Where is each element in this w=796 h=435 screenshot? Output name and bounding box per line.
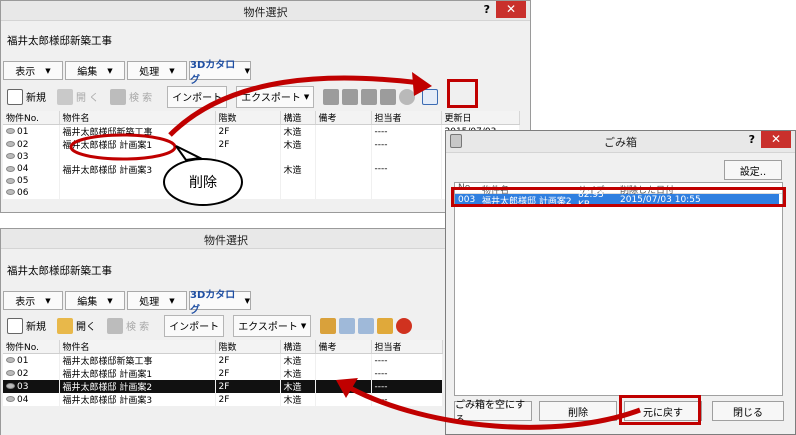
export-button[interactable]: エクスポート ▼ — [233, 314, 312, 337]
open-button[interactable]: 開く — [53, 86, 103, 108]
trash-window: ごみ箱 ? ✕ 設定.. No. 物件名 サイズ 削除した日付 003 福井太郎… — [445, 130, 796, 435]
open-button[interactable]: 開く — [53, 315, 100, 337]
delete-icon[interactable] — [396, 317, 413, 334]
disc-icon — [6, 370, 15, 376]
close-dialog-button[interactable]: 閉じる — [712, 401, 784, 421]
col-name[interactable]: 物件名 — [59, 340, 216, 354]
window-title: 物件選択 — [204, 234, 248, 247]
disc-icon — [6, 357, 15, 363]
copy-icon[interactable] — [342, 88, 359, 105]
table-row[interactable]: 05 — [3, 175, 520, 187]
move-icon[interactable] — [361, 88, 378, 105]
help-button[interactable]: ? — [749, 133, 755, 146]
menu-view[interactable]: 表示 ▼ — [3, 61, 63, 80]
table-row[interactable]: 06 — [3, 187, 520, 199]
tools-icon[interactable] — [320, 317, 337, 334]
close-button[interactable]: ✕ — [496, 1, 526, 18]
paste-icon[interactable] — [380, 88, 397, 105]
menu-bar: 表示 ▼ 編集 ▼ 処理 ▼ 3Dカタログ ▼ — [3, 290, 251, 316]
property-table: 物件No. 物件名 階数 構造 備考 担当者 更新日 01 福井太郎様邸新築工事 2… — [3, 111, 520, 199]
col-name[interactable]: 物件名 — [59, 111, 216, 125]
project-name: 福井太郎様邸新築工事 — [7, 35, 112, 47]
project-name: 福井太郎様邸新築工事 — [7, 265, 112, 277]
disc-icon — [6, 396, 15, 402]
window-title: ごみ箱 — [604, 136, 637, 149]
paste-icon[interactable] — [377, 317, 394, 334]
folder-icon — [57, 88, 73, 105]
disc-icon — [6, 189, 15, 196]
settings-button[interactable]: 設定.. — [724, 160, 782, 180]
col-structure[interactable]: 構造 — [280, 340, 316, 354]
property-select-window-bottom: 物件選択 福井太郎様邸新築工事 表示 ▼ 編集 ▼ 処理 ▼ 3Dカタログ ▼ 新規 開… — [0, 228, 451, 435]
menu-process[interactable]: 処理 ▼ — [127, 291, 187, 310]
toolbar: 新規 開く 検 索 インポート エクスポート ▼ — [3, 314, 413, 337]
menu-view[interactable]: 表示 ▼ — [3, 291, 63, 310]
title-bar: ごみ箱 ? ✕ — [446, 131, 795, 153]
table-row[interactable]: 01福井太郎様邸新築工事2F木造----2015/07/03 — [3, 124, 520, 138]
import-button[interactable]: インポート — [167, 85, 228, 108]
help-button[interactable]: ? — [484, 3, 490, 16]
search-button[interactable]: 検 索 — [103, 315, 153, 337]
disc-icon — [6, 128, 15, 134]
trash-bin-icon[interactable] — [422, 88, 439, 105]
table-row-selected[interactable]: 03 福井太郎様邸 計画案2 2F 木造 ---- — [3, 380, 443, 393]
col-note[interactable]: 備考 — [315, 111, 372, 125]
export-button[interactable]: エクスポート ▼ — [236, 85, 315, 108]
trash-row-highlight — [451, 187, 786, 207]
property-table: 物件No. 物件名 階数 構造 備考 担当者 01 福井太郎様邸新築工事 2F 木造 -… — [3, 340, 443, 406]
new-button[interactable]: 新規 — [3, 315, 50, 337]
col-structure[interactable]: 構造 — [280, 111, 316, 125]
col-no[interactable]: 物件No. — [3, 111, 60, 125]
menu-bar: 表示 ▼ 編集 ▼ 処理 ▼ 3Dカタログ ▼ — [3, 60, 251, 86]
col-person[interactable]: 担当者 — [371, 340, 443, 354]
disc-icon — [6, 383, 15, 389]
disc-icon — [6, 177, 15, 184]
col-floors[interactable]: 階数 — [215, 111, 281, 125]
disc-icon — [6, 165, 15, 172]
move-icon[interactable] — [358, 317, 375, 334]
title-bar: 物件選択 — [1, 229, 451, 249]
copy-icon[interactable] — [339, 317, 356, 334]
new-doc-icon — [7, 88, 23, 105]
menu-edit[interactable]: 編集 ▼ — [65, 61, 125, 80]
disc-icon — [6, 153, 15, 160]
col-no[interactable]: 物件No. — [3, 340, 60, 354]
import-button[interactable]: インポート — [164, 314, 225, 337]
folder-icon — [57, 317, 73, 334]
menu-process[interactable]: 処理 ▼ — [127, 61, 187, 80]
close-button[interactable]: ✕ — [761, 131, 791, 148]
delete-button[interactable]: 削除 — [539, 401, 617, 421]
disc-icon — [6, 141, 15, 147]
menu-edit[interactable]: 編集 ▼ — [65, 291, 125, 310]
delete-icon[interactable] — [399, 88, 416, 105]
col-floors[interactable]: 階数 — [215, 340, 281, 354]
table-row[interactable]: 01 福井太郎様邸新築工事 2F 木造 ---- — [3, 353, 443, 367]
menu-3d-catalog[interactable]: 3Dカタログ ▼ — [189, 290, 251, 316]
table-row[interactable]: 04福井太郎様邸 計画案32F木造---- — [3, 162, 520, 176]
title-bar: 物件選択 ? ✕ — [1, 1, 530, 21]
restore-button-highlight — [619, 395, 701, 425]
search-button[interactable]: 検 索 — [106, 86, 156, 108]
table-row[interactable]: 04福井太郎様邸 計画案32F木造---- — [3, 393, 443, 406]
menu-3d-catalog[interactable]: 3Dカタログ ▼ — [189, 60, 251, 86]
delete-callout: 削除 — [163, 158, 243, 206]
new-doc-icon — [7, 317, 23, 334]
trash-button-highlight — [447, 79, 478, 108]
new-button[interactable]: 新規 — [3, 86, 50, 108]
table-row[interactable]: 03 — [3, 151, 520, 163]
table-row[interactable]: 02 福井太郎様邸 計画案1 2F 木造 ---- — [3, 138, 520, 151]
empty-trash-button[interactable]: ごみ箱を空にする — [454, 400, 532, 426]
tools-icon[interactable] — [323, 88, 340, 105]
table-row[interactable]: 02 福井太郎様邸 計画案1 2F 木造 ---- — [3, 367, 443, 380]
trash-list: No. 物件名 サイズ 削除した日付 003 福井太郎様邸 計画案2 82.93… — [454, 182, 783, 396]
col-note[interactable]: 備考 — [315, 340, 372, 354]
binoculars-icon — [107, 317, 123, 334]
binoculars-icon — [110, 88, 126, 105]
toolbar: 新規 開く 検 索 インポート エクスポート ▼ — [3, 85, 439, 108]
window-title: 物件選択 — [243, 6, 288, 19]
col-person[interactable]: 担当者 — [371, 111, 442, 125]
col-updated[interactable]: 更新日 — [441, 111, 520, 125]
